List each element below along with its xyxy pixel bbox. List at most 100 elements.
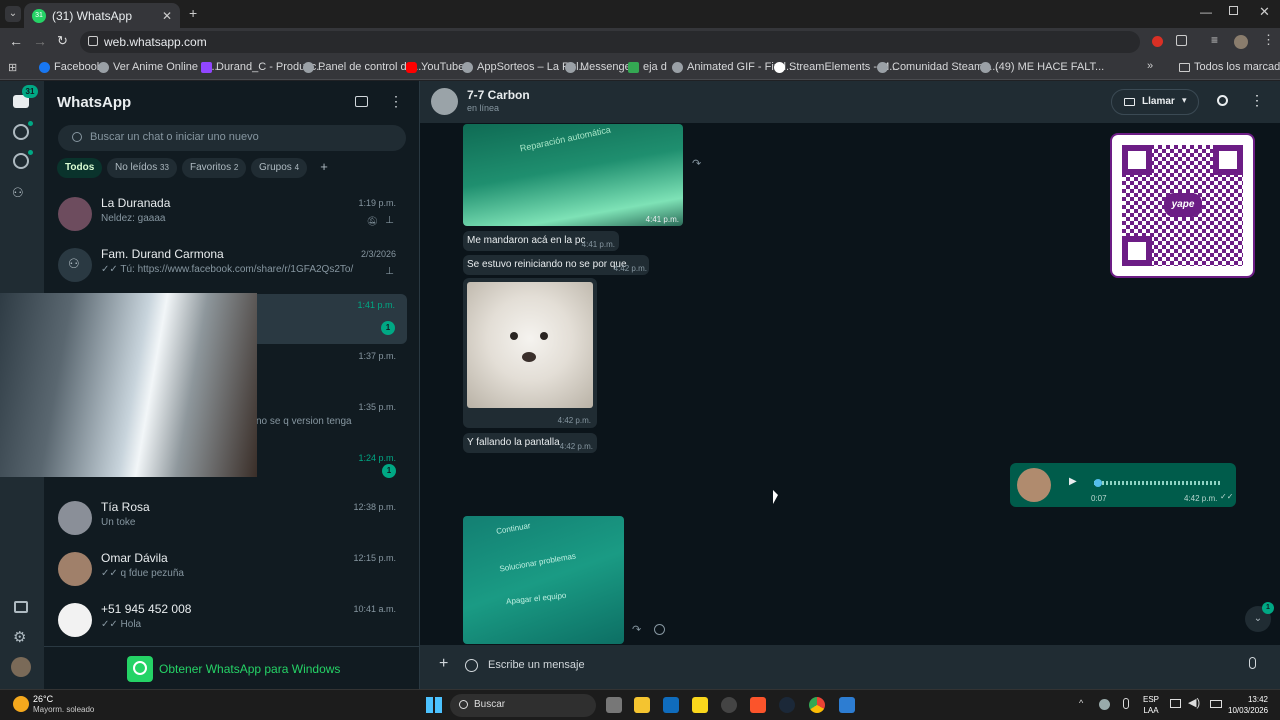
browser-menu-icon[interactable]: ⋮ [1262, 32, 1275, 48]
tab-search-button[interactable]: ⌄ [5, 6, 21, 22]
new-chat-icon[interactable] [355, 96, 368, 107]
back-icon[interactable]: ← [9, 33, 23, 49]
microphone-icon[interactable] [1249, 657, 1256, 669]
close-window-button[interactable]: ✕ [1259, 4, 1270, 20]
taskbar-search[interactable]: Buscar [450, 694, 596, 717]
contact-avatar[interactable] [431, 88, 458, 115]
extension-red-icon[interactable] [1152, 36, 1163, 47]
bookmark-item[interactable]: YouTube [406, 61, 464, 73]
mic-tray-icon[interactable] [1123, 698, 1129, 709]
bookmark-item[interactable]: (49) ME HACE FALT... [980, 61, 1104, 73]
puppy-eye [540, 332, 548, 340]
audio-progress-dot[interactable] [1094, 479, 1102, 487]
profile-avatar[interactable] [11, 657, 31, 677]
new-tab-button[interactable]: + [189, 5, 197, 21]
forward-icon[interactable]: → [33, 33, 47, 49]
image-message[interactable]: Continuar Solucionar problemas Apagar el… [463, 516, 624, 644]
filter-chip-all[interactable]: Todos [57, 158, 103, 178]
chat-row-la-duranada[interactable]: La Duranada Neldez: gaaaa 1:19 p.m. 🔕︎ ⊥ [44, 192, 420, 242]
emoji-react-icon[interactable] [654, 624, 665, 635]
forward-icon[interactable]: ↷ [692, 157, 701, 170]
double-check-icon: ✓✓ [101, 264, 121, 275]
more-bookmarks-icon[interactable]: » [1147, 60, 1153, 72]
status-dot [28, 121, 33, 126]
battery-icon[interactable] [1210, 700, 1222, 708]
chat-row-phone-number[interactable]: +51 945 452 008 ✓✓ Hola 10:41 a.m. [44, 598, 420, 648]
search-bar[interactable]: Buscar un chat o iniciar uno nuevo [58, 125, 406, 151]
language-indicator[interactable]: ESP LAA [1143, 694, 1159, 716]
tray-overflow-icon[interactable]: ^ [1079, 698, 1083, 708]
message-input[interactable]: Escribe un mensaje [482, 653, 1232, 679]
audio-waveform [1094, 481, 1220, 485]
search-chat-icon[interactable] [1217, 95, 1228, 106]
globe-icon [980, 61, 991, 73]
minimize-button[interactable]: — [1200, 5, 1212, 19]
bookmark-item[interactable]: Ver Anime Online S... [98, 61, 218, 73]
apps-grid-icon[interactable]: ⊞ [8, 61, 17, 74]
media-control-icon[interactable]: ≡ [1211, 33, 1218, 47]
bookmarks-bar: ⊞ Facebook Ver Anime Online S... Durand_… [0, 56, 1280, 80]
profile-avatar-icon[interactable] [1234, 35, 1248, 49]
folder-icon [1179, 62, 1190, 72]
steam-icon[interactable] [779, 697, 795, 713]
reload-icon[interactable]: ↻ [57, 33, 68, 49]
weather-icon[interactable] [13, 696, 29, 712]
chrome-icon[interactable] [809, 697, 825, 713]
image-message[interactable]: 4:42 p.m. [463, 278, 597, 428]
close-tab-icon[interactable]: ✕ [162, 9, 172, 23]
qr-finder [1122, 145, 1152, 175]
contact-name[interactable]: 7-7 Carbon [467, 88, 530, 102]
app-yellow-icon[interactable] [692, 697, 708, 713]
chat-row-fam-durand[interactable]: ⚇ Fam. Durand Carmona ✓✓ Tú: https://www… [44, 243, 420, 293]
avatar [58, 197, 92, 231]
pin-icon: ⊥ [385, 215, 394, 226]
settings-gear-icon[interactable]: ⚙ [13, 628, 26, 646]
search-placeholder: Buscar un chat o iniciar uno nuevo [90, 131, 259, 143]
steam-tray-icon[interactable] [1099, 699, 1110, 710]
outlook-icon[interactable] [663, 697, 679, 713]
address-bar[interactable]: web.whatsapp.com [80, 31, 1140, 53]
bookmark-item[interactable]: Messenger [565, 61, 634, 73]
windows-start-icon[interactable] [426, 697, 442, 713]
bookmark-item[interactable]: Facebook [39, 61, 102, 73]
tab-whatsapp[interactable]: 31 (31) WhatsApp ✕ [24, 3, 180, 28]
play-icon[interactable]: ▶ [1069, 476, 1077, 487]
filter-chip-favorites[interactable]: Favoritos 2 [182, 158, 247, 178]
puppy-photo [467, 282, 593, 408]
globe-icon [672, 61, 683, 73]
network-icon[interactable] [1170, 699, 1181, 708]
attach-plus-icon[interactable]: + [439, 655, 448, 673]
obs-icon[interactable] [721, 697, 737, 713]
double-check-icon: ✓✓ [101, 619, 121, 630]
chat-row-tia-rosa[interactable]: Tía Rosa Un toke 12:38 p.m. [44, 496, 420, 546]
image-message[interactable]: Reparación automática 4:41 p.m. [463, 124, 683, 226]
filter-chip-groups[interactable]: Grupos 4 [251, 158, 308, 178]
site-info-icon[interactable] [88, 36, 98, 46]
media-gallery-icon[interactable] [14, 601, 28, 613]
filter-chip-unread[interactable]: No leídos 33 [107, 158, 177, 178]
photos-icon[interactable] [839, 697, 855, 713]
status-nav-icon[interactable] [13, 124, 29, 140]
channels-nav-icon[interactable] [13, 153, 29, 169]
voice-message[interactable]: ▶ 0:07 4:42 p.m. ✓✓ [1010, 463, 1236, 507]
sticker-icon[interactable] [465, 659, 478, 672]
communities-nav-icon[interactable]: ⚇ [12, 185, 24, 201]
add-filter-button[interactable]: + [314, 158, 334, 178]
file-explorer-icon[interactable] [634, 697, 650, 713]
forward-icon[interactable]: ↷ [632, 623, 641, 636]
clock[interactable]: 13:42 10/03/2026 [1228, 694, 1268, 716]
webcam-overlay [0, 293, 257, 477]
call-button[interactable]: Llamar ▾ [1111, 89, 1199, 115]
download-windows-app-link[interactable]: Obtener WhatsApp para Windows [44, 646, 420, 689]
brave-icon[interactable] [750, 697, 766, 713]
task-view-icon[interactable] [606, 697, 622, 713]
extensions-puzzle-icon[interactable] [1176, 35, 1187, 46]
sidebar-menu-icon[interactable]: ⋮ [389, 93, 403, 110]
restore-button[interactable] [1229, 6, 1238, 15]
bookmark-item[interactable]: eja d [628, 61, 667, 73]
volume-icon[interactable]: ◀) [1188, 696, 1200, 709]
chat-row-omar-davila[interactable]: Omar Dávila ✓✓ q fdue pezuña 12:15 p.m. [44, 547, 420, 597]
all-bookmarks-folder[interactable]: Todos los marcadores [1179, 61, 1280, 73]
screen-photo-text: Reparación automática [518, 124, 612, 154]
chat-menu-icon[interactable]: ⋮ [1250, 92, 1264, 109]
